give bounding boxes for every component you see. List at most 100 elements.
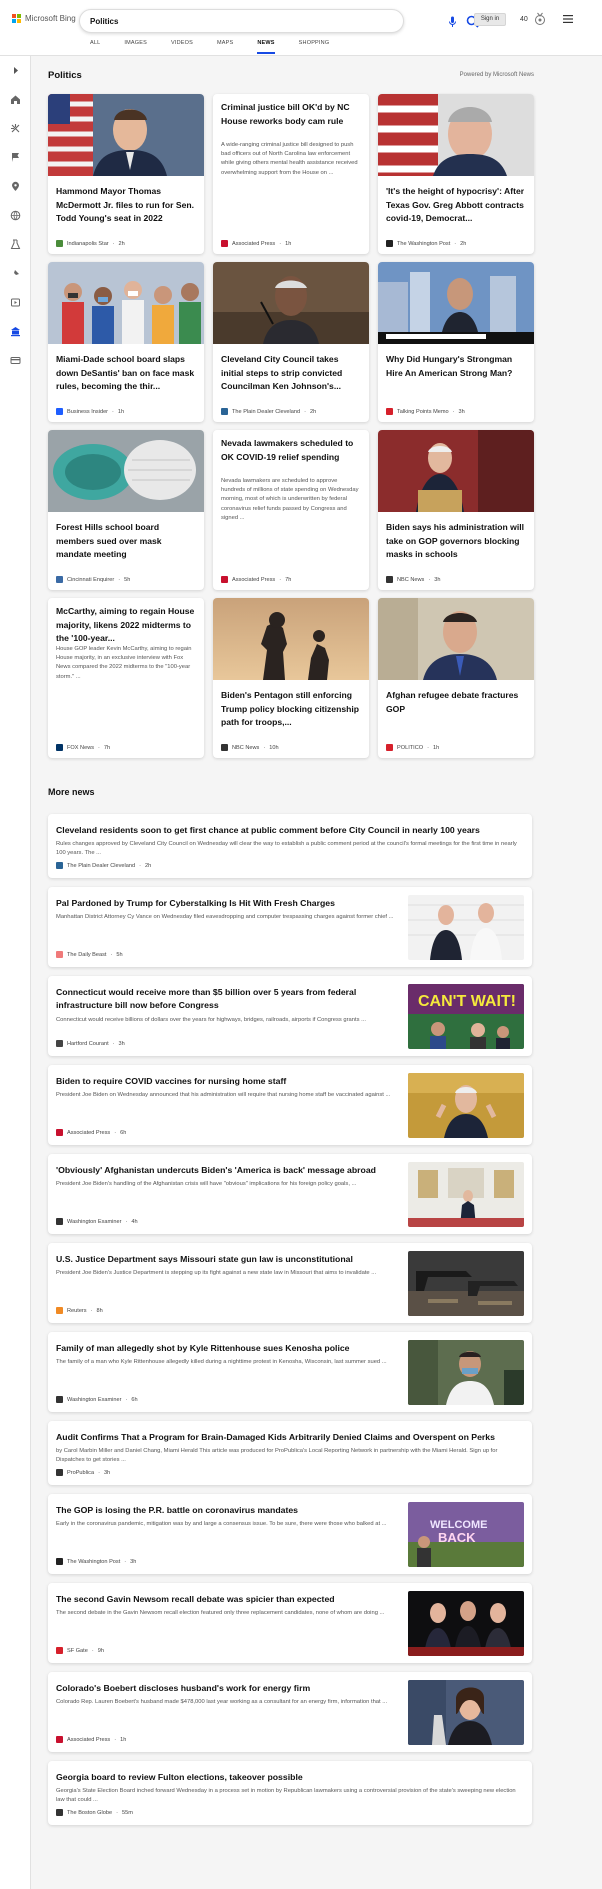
news-card[interactable]: Biden's Pentagon still enforcing Trump p…: [213, 598, 369, 758]
hamburger-menu-icon[interactable]: [563, 15, 573, 23]
search-box[interactable]: [79, 9, 479, 33]
news-card[interactable]: Hammond Mayor Thomas McDermott Jr. files…: [48, 94, 204, 254]
more-news-item[interactable]: Georgia board to review Fulton elections…: [48, 1761, 532, 1825]
more-news-image[interactable]: [408, 1073, 524, 1138]
news-card-image[interactable]: [48, 262, 204, 344]
rewards-medal-icon[interactable]: [533, 12, 547, 26]
more-news-item[interactable]: Biden to require COVID vaccines for nurs…: [48, 1065, 532, 1145]
science-icon[interactable]: [10, 239, 21, 250]
news-card[interactable]: Nevada lawmakers scheduled to OK COVID-1…: [213, 430, 369, 590]
news-card[interactable]: McCarthy, aiming to regain House majorit…: [48, 598, 204, 758]
more-news-item[interactable]: The second Gavin Newsom recall debate wa…: [48, 1583, 532, 1663]
sign-in-button[interactable]: Sign in: [474, 13, 506, 26]
news-card-title[interactable]: Hammond Mayor Thomas McDermott Jr. files…: [56, 185, 198, 226]
news-card[interactable]: Why Did Hungary's Strongman Hire An Amer…: [378, 262, 534, 422]
news-card-title[interactable]: Forest Hills school board members sued o…: [56, 521, 198, 562]
news-card-title[interactable]: 'It's the height of hypocrisy': After Te…: [386, 185, 528, 226]
more-news-title[interactable]: The GOP is losing the P.R. battle on cor…: [56, 1504, 396, 1517]
news-card-title[interactable]: Why Did Hungary's Strongman Hire An Amer…: [386, 353, 528, 380]
more-news-attribution: Associated Press · 1h: [56, 1736, 126, 1743]
news-card[interactable]: 'It's the height of hypocrisy': After Te…: [378, 94, 534, 254]
tab-news[interactable]: NEWS: [257, 40, 275, 54]
more-news-item[interactable]: Cleveland residents soon to get first ch…: [48, 814, 532, 878]
news-card-title[interactable]: Biden says his administration will take …: [386, 521, 528, 562]
news-card-image[interactable]: [213, 262, 369, 344]
separator-dot: ·: [116, 1809, 118, 1816]
more-news-item[interactable]: The GOP is losing the P.R. battle on cor…: [48, 1494, 532, 1574]
tab-videos[interactable]: VIDEOS: [171, 40, 193, 54]
more-news-image[interactable]: WELCOME BACK: [408, 1502, 524, 1567]
news-card[interactable]: Cleveland City Council takes initial ste…: [213, 262, 369, 422]
separator-dot: ·: [114, 1129, 117, 1136]
more-news-title[interactable]: U.S. Justice Department says Missouri st…: [56, 1253, 396, 1266]
news-card-title[interactable]: Nevada lawmakers scheduled to OK COVID-1…: [221, 437, 363, 464]
flag-icon[interactable]: [10, 152, 21, 163]
news-card-image[interactable]: [48, 94, 204, 176]
more-news-title[interactable]: Family of man allegedly shot by Kyle Rit…: [56, 1342, 396, 1355]
tab-shopping[interactable]: SHOPPING: [299, 40, 330, 54]
more-news-image[interactable]: CAN'T WAIT!: [408, 984, 524, 1049]
more-news-title[interactable]: The second Gavin Newsom recall debate wa…: [56, 1593, 396, 1606]
more-news-title[interactable]: 'Obviously' Afghanistan undercuts Biden'…: [56, 1164, 396, 1177]
news-card-title[interactable]: Criminal justice bill OK'd by NC House r…: [221, 101, 363, 128]
more-news-title[interactable]: Georgia board to review Fulton elections…: [56, 1771, 524, 1784]
tab-images[interactable]: IMAGES: [124, 40, 147, 54]
news-card[interactable]: Miami-Dade school board slaps down DeSan…: [48, 262, 204, 422]
news-card-title[interactable]: Miami-Dade school board slaps down DeSan…: [56, 353, 198, 394]
more-news-image[interactable]: [408, 1591, 524, 1656]
news-card[interactable]: Afghan refugee debate fractures GOP POLIT…: [378, 598, 534, 758]
more-news-item[interactable]: Colorado's Boebert discloses husband's w…: [48, 1672, 532, 1752]
more-news-image[interactable]: [408, 1162, 524, 1227]
world-icon[interactable]: [10, 210, 21, 221]
news-card-image[interactable]: [48, 430, 204, 512]
more-news-item[interactable]: Audit Confirms That a Program for Brain-…: [48, 1421, 532, 1485]
news-card-title[interactable]: Biden's Pentagon still enforcing Trump p…: [221, 689, 363, 730]
news-card-image[interactable]: [378, 94, 534, 176]
more-news-image[interactable]: [408, 1680, 524, 1745]
entertainment-icon[interactable]: [10, 297, 21, 308]
news-card-title[interactable]: Afghan refugee debate fractures GOP: [386, 689, 528, 716]
tab-maps[interactable]: MAPS: [217, 40, 233, 54]
microphone-icon[interactable]: [448, 16, 457, 28]
more-news-image[interactable]: [408, 1340, 524, 1405]
more-news-item[interactable]: Connecticut would receive more than $5 b…: [48, 976, 532, 1056]
money-icon[interactable]: [10, 355, 21, 366]
more-news-item[interactable]: Pal Pardoned by Trump for Cyberstalking …: [48, 887, 532, 967]
more-news-image[interactable]: [408, 1251, 524, 1316]
news-card[interactable]: Forest Hills school board members sued o…: [48, 430, 204, 590]
news-card-image[interactable]: [378, 430, 534, 512]
home-icon[interactable]: [10, 94, 21, 105]
news-card-image[interactable]: [378, 598, 534, 680]
more-news-title[interactable]: Colorado's Boebert discloses husband's w…: [56, 1682, 396, 1695]
more-news-item[interactable]: U.S. Justice Department says Missouri st…: [48, 1243, 532, 1323]
expand-icon[interactable]: [10, 65, 21, 76]
location-icon[interactable]: [10, 181, 21, 192]
technology-icon[interactable]: [10, 268, 21, 279]
rewards-points[interactable]: 40: [520, 16, 528, 23]
news-card-title[interactable]: McCarthy, aiming to regain House majorit…: [56, 605, 198, 646]
politics-icon[interactable]: [10, 326, 21, 337]
more-news-attribution: The Plain Dealer Cleveland · 2h: [56, 862, 151, 869]
news-card[interactable]: Criminal justice bill OK'd by NC House r…: [213, 94, 369, 254]
news-card-title[interactable]: Cleveland City Council takes initial ste…: [221, 353, 363, 394]
publisher-logo-icon: [56, 576, 63, 583]
separator-dot: ·: [114, 1736, 117, 1743]
bing-logo[interactable]: Microsoft Bing: [12, 14, 76, 23]
more-news-title[interactable]: Biden to require COVID vaccines for nurs…: [56, 1075, 396, 1088]
more-news-item[interactable]: Family of man allegedly shot by Kyle Rit…: [48, 1332, 532, 1412]
more-news-title[interactable]: Audit Confirms That a Program for Brain-…: [56, 1431, 524, 1444]
more-news-title[interactable]: Cleveland residents soon to get first ch…: [56, 824, 524, 837]
news-card-image[interactable]: [378, 262, 534, 344]
more-news-title[interactable]: Connecticut would receive more than $5 b…: [56, 986, 396, 1012]
more-news-item[interactable]: 'Obviously' Afghanistan undercuts Biden'…: [48, 1154, 532, 1234]
sports-icon[interactable]: [10, 123, 21, 134]
more-news-title[interactable]: Pal Pardoned by Trump for Cyberstalking …: [56, 897, 396, 910]
more-news-image[interactable]: [408, 895, 524, 960]
publisher-logo-icon: [221, 576, 228, 583]
news-card[interactable]: Biden says his administration will take …: [378, 430, 534, 590]
news-card-image[interactable]: [213, 598, 369, 680]
search-input[interactable]: [90, 14, 340, 29]
tab-all[interactable]: ALL: [90, 40, 100, 54]
published-time: 3h: [118, 1040, 125, 1047]
more-news-heading: More news: [48, 787, 95, 797]
